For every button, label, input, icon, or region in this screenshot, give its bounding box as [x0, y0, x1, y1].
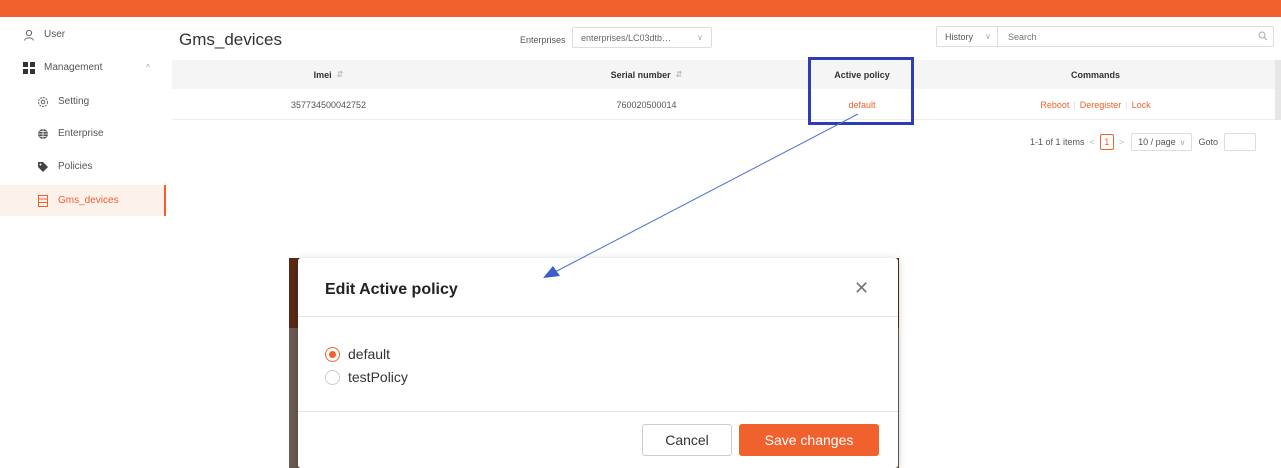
cell-imei: 357734500042752 [290, 99, 367, 110]
table-scrollbar[interactable] [1275, 60, 1281, 120]
chevron-down-icon: ∨ [697, 33, 703, 42]
pagination: 1-1 of 1 items < 1 > 10 / page ∨ Goto [1030, 132, 1256, 152]
separator: | [1073, 99, 1076, 110]
reboot-link[interactable]: Reboot [1040, 100, 1069, 110]
globe-icon [36, 127, 50, 141]
column-header-serial-number[interactable]: Serial number ⇵ [485, 60, 808, 89]
sidebar-item-setting[interactable]: Setting [0, 86, 166, 117]
page-size-select[interactable]: 10 / page ∨ [1131, 133, 1193, 151]
sidebar-item-label: Enterprise [58, 128, 104, 139]
search-input[interactable] [997, 26, 1274, 47]
sidebar-item-enterprise[interactable]: Enterprise [0, 118, 166, 149]
sidebar-item-label: Policies [58, 161, 93, 172]
cell-serial-number: 760020500014 [616, 99, 677, 110]
search-icon[interactable] [1258, 31, 1268, 44]
radio-button[interactable] [325, 369, 340, 385]
sidebar-group-label: Management [44, 62, 103, 73]
enterprises-select[interactable]: enterprises/LC03dtb… ∨ [572, 27, 712, 48]
close-icon[interactable]: ✕ [854, 278, 869, 299]
sidebar-group-management[interactable]: Management ^ [0, 52, 166, 83]
modal-title: Edit Active policy [325, 281, 458, 298]
chevron-up-icon: ^ [146, 63, 150, 72]
next-page-icon[interactable]: > [1119, 137, 1124, 147]
sidebar-item-label: Gms_devices [58, 195, 119, 206]
deregister-link[interactable]: Deregister [1080, 100, 1122, 110]
sidebar-item-policies[interactable]: Policies [0, 151, 166, 182]
sort-icon[interactable]: ⇵ [676, 70, 683, 79]
cancel-button[interactable]: Cancel [642, 424, 732, 456]
radio-option-testpolicy[interactable]: testPolicy [325, 367, 408, 387]
page-title: Gms_devices [179, 30, 282, 49]
radio-option-default[interactable]: default [325, 344, 390, 364]
save-changes-button[interactable]: Save changes [739, 424, 879, 456]
table-header: Imei ⇵ Serial number ⇵ Active policy Comma… [172, 60, 1275, 89]
sidebar-item-label: Setting [58, 96, 90, 107]
column-header-commands: Commands [1070, 69, 1120, 80]
radio-label: default [348, 346, 391, 362]
sidebar-item-user[interactable]: User [0, 19, 166, 50]
goto-input[interactable] [1223, 133, 1256, 151]
sidebar-item-label: User [44, 29, 66, 40]
modal-divider [298, 411, 898, 412]
history-select[interactable]: History ∨ [936, 26, 998, 47]
table-row: 357734500042752 760020500014 default Reb… [172, 89, 1275, 120]
radio-label: testPolicy [348, 369, 408, 385]
user-icon [22, 28, 36, 42]
device-list-icon [36, 194, 50, 208]
top-accent-bar [0, 0, 1281, 17]
cell-commands: Reboot | Deregister | Lock [916, 89, 1275, 120]
lock-link[interactable]: Lock [1132, 100, 1151, 110]
sidebar: User Management ^ Setting Enterprise Pol… [0, 17, 172, 468]
sidebar-item-gms-devices[interactable]: Gms_devices [0, 185, 166, 216]
gear-icon [36, 95, 50, 109]
column-header-imei[interactable]: Imei ⇵ [172, 60, 485, 89]
modal-divider [298, 316, 898, 317]
sort-icon[interactable]: ⇵ [337, 70, 344, 79]
history-label: History [945, 31, 974, 42]
edit-policy-modal: Edit Active policy ✕ default testPolicy … [298, 258, 898, 468]
prev-page-icon[interactable]: < [1090, 137, 1095, 147]
annotation-highlight-box [808, 57, 914, 125]
tag-icon [36, 160, 50, 174]
page-number-button[interactable]: 1 [1099, 134, 1114, 150]
chevron-down-icon: ∨ [1179, 137, 1186, 147]
enterprises-value: enterprises/LC03dtb… [581, 32, 672, 43]
chevron-down-icon: ∨ [985, 32, 991, 41]
pagination-summary: 1-1 of 1 items [1030, 137, 1085, 147]
enterprises-label: Enterprises [520, 35, 566, 45]
grid-icon [22, 61, 36, 75]
goto-label: Goto [1198, 137, 1218, 147]
separator: | [1125, 99, 1128, 110]
radio-button[interactable] [325, 346, 340, 362]
